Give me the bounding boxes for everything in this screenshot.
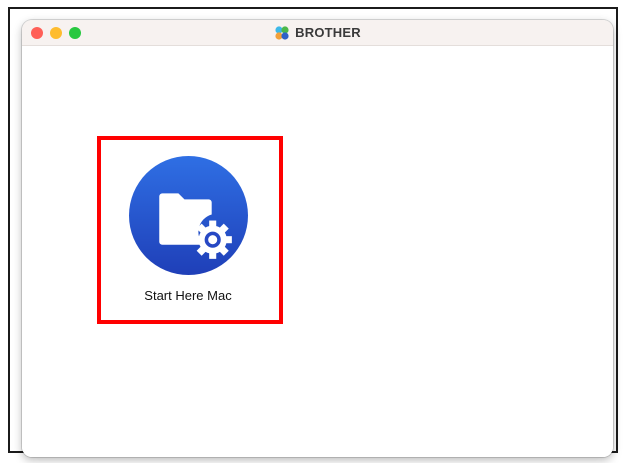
window-title-text: BROTHER [295,25,361,40]
brother-logo-icon [275,25,289,40]
item-label: Start Here Mac [144,288,232,303]
folder-gear-icon [128,156,248,275]
title-bar[interactable]: BROTHER [22,20,613,46]
start-here-mac-item[interactable]: Start Here Mac [97,136,279,321]
window-title: BROTHER [22,20,613,45]
